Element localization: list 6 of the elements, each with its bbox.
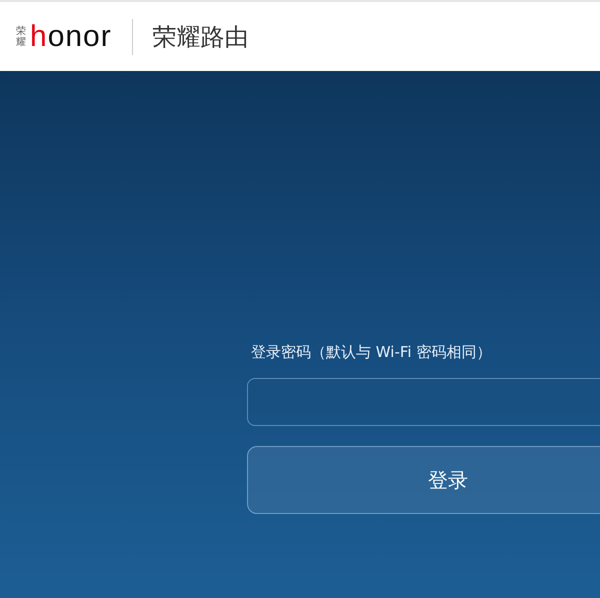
login-button[interactable]: 登录	[247, 446, 600, 514]
password-label: 登录密码（默认与 Wi-Fi 密码相同）	[251, 342, 492, 363]
page-title: 荣耀路由	[152, 22, 249, 52]
logo-wordmark: honor	[30, 22, 112, 52]
logo-mark: 荣耀	[16, 26, 26, 48]
password-field[interactable]	[247, 378, 600, 426]
